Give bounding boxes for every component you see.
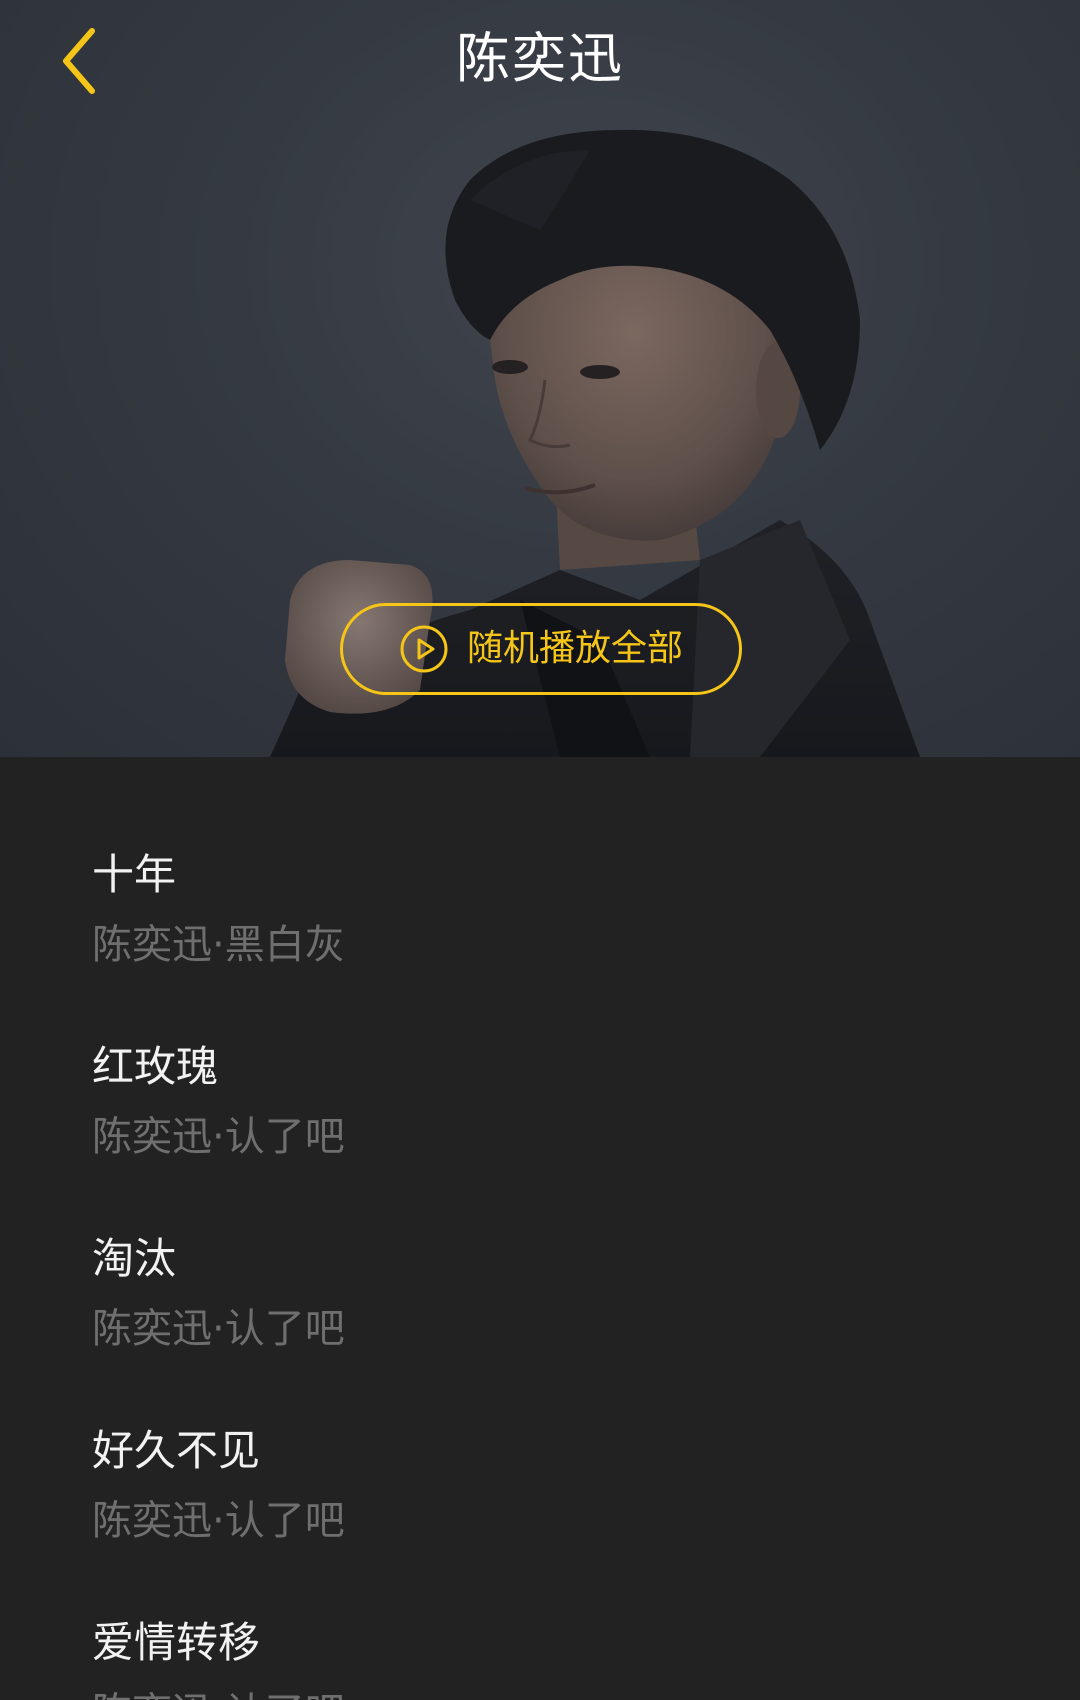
top-bar: 陈奕迅 — [0, 0, 1080, 120]
song-item[interactable]: 好久不见 陈奕迅·认了吧 — [0, 1333, 1080, 1544]
artist-hero: 陈奕迅 随机播放全部 — [0, 0, 1080, 757]
song-subtitle: 陈奕迅·认了吧 — [92, 1687, 345, 1700]
song-title: 爱情转移 — [92, 1618, 261, 1667]
shuffle-play-all-button[interactable]: 随机播放全部 — [340, 603, 742, 695]
page-title: 陈奕迅 — [456, 27, 624, 90]
song-title: 十年 — [92, 850, 177, 899]
song-title: 红玫瑰 — [92, 1042, 219, 1091]
song-item[interactable]: 十年 陈奕迅·黑白灰 — [0, 757, 1080, 968]
song-item[interactable]: 爱情转移 陈奕迅·认了吧 — [0, 1525, 1080, 1700]
song-title: 好久不见 — [92, 1426, 261, 1475]
song-title: 淘汰 — [92, 1234, 177, 1283]
song-item[interactable]: 红玫瑰 陈奕迅·认了吧 — [0, 949, 1080, 1160]
shuffle-label: 随机播放全部 — [466, 628, 683, 669]
song-list: 十年 陈奕迅·黑白灰 红玫瑰 陈奕迅·认了吧 淘汰 陈奕迅·认了吧 好久不见 陈… — [0, 757, 1080, 1700]
play-circle-icon — [399, 624, 449, 674]
song-item[interactable]: 淘汰 陈奕迅·认了吧 — [0, 1141, 1080, 1352]
artist-page: 陈奕迅 随机播放全部 十年 陈奕迅·黑白灰 红玫瑰 陈奕迅·认了吧 淘汰 陈奕迅… — [0, 0, 1080, 1700]
